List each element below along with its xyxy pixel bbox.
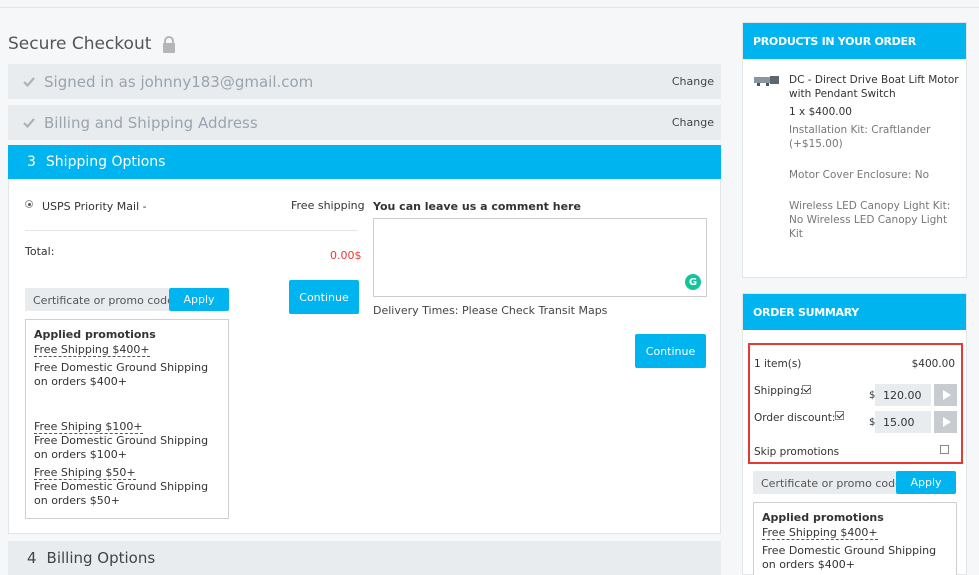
applied-promotions-box: Applied promotions Free Shipping $400+ F… — [25, 319, 229, 519]
promotion-desc: Free Domestic Ground Shipping on orders … — [762, 544, 937, 571]
shipping-options-panel: USPS Priority Mail - Free shipping Total… — [8, 179, 721, 534]
comment-textarea[interactable]: G — [373, 218, 707, 297]
sidebar-apply-promo-button[interactable]: Apply — [896, 471, 956, 494]
shipping-label: Shipping: — [754, 385, 804, 397]
step-shipping-options[interactable]: 3 Shipping Options — [8, 145, 721, 179]
shipping-method-radio[interactable] — [25, 200, 33, 208]
step-shipping-label: Shipping Options — [45, 154, 166, 170]
check-icon — [23, 76, 35, 87]
step-billing-options-label: Billing Options — [46, 549, 156, 567]
shipping-method-name[interactable]: USPS Priority Mail - — [42, 200, 147, 213]
step-number: 4 — [27, 549, 37, 567]
check-icon — [23, 117, 35, 128]
promotion-link[interactable]: Free Shiping $100+ — [34, 420, 143, 434]
page-title: Secure Checkout — [8, 34, 176, 54]
product-details: DC - Direct Drive Boat Lift Motor with P… — [789, 73, 964, 241]
comment-label: You can leave us a comment here — [373, 200, 581, 213]
discount-amount-input[interactable]: 15.00 — [875, 411, 931, 433]
product-qty-price: 1 x $400.00 — [789, 106, 852, 118]
product-thumbnail — [754, 76, 779, 86]
skip-promotions-label: Skip promotions — [754, 446, 840, 458]
shipping-amount-input[interactable]: 120.00 — [875, 384, 931, 406]
step-signed-in-label: Signed in as johnny183@gmail.com — [44, 72, 314, 91]
promotion-desc: Free Domestic Ground Shipping on orders … — [34, 434, 209, 461]
continue-button-small[interactable]: Continue — [289, 280, 359, 314]
order-summary-box: 1 item(s) $400.00 Shipping: $ 120.00 Ord… — [748, 343, 963, 464]
product-option: Wireless LED Canopy Light Kit: No Wirele… — [789, 200, 951, 240]
change-address-link[interactable]: Change — [672, 116, 714, 129]
sidebar-promo-code-input[interactable]: Certificate or promo code — [753, 471, 896, 494]
continue-button[interactable]: Continue — [635, 334, 706, 368]
total-label: Total: — [25, 245, 55, 258]
promotion-desc: Free Domestic Ground Shipping on orders … — [34, 361, 209, 388]
promotion-desc: Free Domestic Ground Shipping on orders … — [34, 480, 209, 507]
skip-promotions-checkbox[interactable] — [940, 445, 949, 454]
promotion-item: Free Shiping $50+ Free Domestic Ground S… — [34, 466, 220, 508]
products-heading: PRODUCTS IN YOUR ORDER — [743, 23, 966, 59]
order-discount-checkbox[interactable] — [835, 411, 844, 420]
items-count: 1 item(s) — [754, 358, 802, 370]
step-billing-shipping: Billing and Shipping Address Change — [8, 105, 721, 140]
apply-shipping-play-icon[interactable] — [934, 384, 957, 406]
step-billing-shipping-label: Billing and Shipping Address — [44, 113, 258, 132]
product-option: Motor Cover Enclosure: No — [789, 169, 929, 181]
apply-discount-play-icon[interactable] — [934, 411, 957, 433]
product-name: DC - Direct Drive Boat Lift Motor with P… — [789, 74, 959, 100]
order-summary-heading: ORDER SUMMARY — [743, 294, 966, 330]
items-total: $400.00 — [911, 358, 955, 370]
promotion-item: Free Shiping $100+ Free Domestic Ground … — [34, 420, 220, 462]
divider — [25, 230, 358, 231]
shipping-method-price: Free shipping — [291, 199, 365, 212]
order-discount-label: Order discount: — [754, 412, 836, 424]
top-divider — [0, 7, 979, 8]
products-card: PRODUCTS IN YOUR ORDER DC - Direct Drive… — [742, 22, 967, 278]
promotion-link[interactable]: Free Shipping $400+ — [762, 526, 878, 540]
apply-promo-button[interactable]: Apply — [169, 288, 229, 311]
lock-icon — [163, 35, 176, 53]
promotion-link[interactable]: Free Shipping $400+ — [34, 343, 150, 357]
shipping-checkbox[interactable] — [802, 385, 811, 394]
step-billing-options[interactable]: 4 Billing Options — [8, 541, 721, 575]
sidebar-applied-promotions-box: Applied promotions Free Shipping $400+ F… — [753, 502, 957, 575]
step-number: 3 — [27, 154, 36, 170]
total-value: 0.00$ — [330, 249, 362, 262]
promotion-item: Free Shipping $400+ Free Domestic Ground… — [34, 343, 220, 389]
step-signed-in: Signed in as johnny183@gmail.com Change — [8, 64, 721, 99]
delivery-note: Delivery Times: Please Check Transit Map… — [373, 304, 608, 317]
product-option: Installation Kit: Craftlander (+$15.00) — [789, 124, 931, 150]
promotion-link[interactable]: Free Shiping $50+ — [34, 466, 136, 480]
applied-promotions-heading: Applied promotions — [762, 511, 884, 524]
grammarly-icon[interactable]: G — [685, 274, 701, 290]
change-account-link[interactable]: Change — [672, 75, 714, 88]
page-title-text: Secure Checkout — [8, 34, 152, 54]
applied-promotions-heading: Applied promotions — [34, 328, 156, 341]
promo-code-input[interactable]: Certificate or promo code — [25, 288, 169, 311]
